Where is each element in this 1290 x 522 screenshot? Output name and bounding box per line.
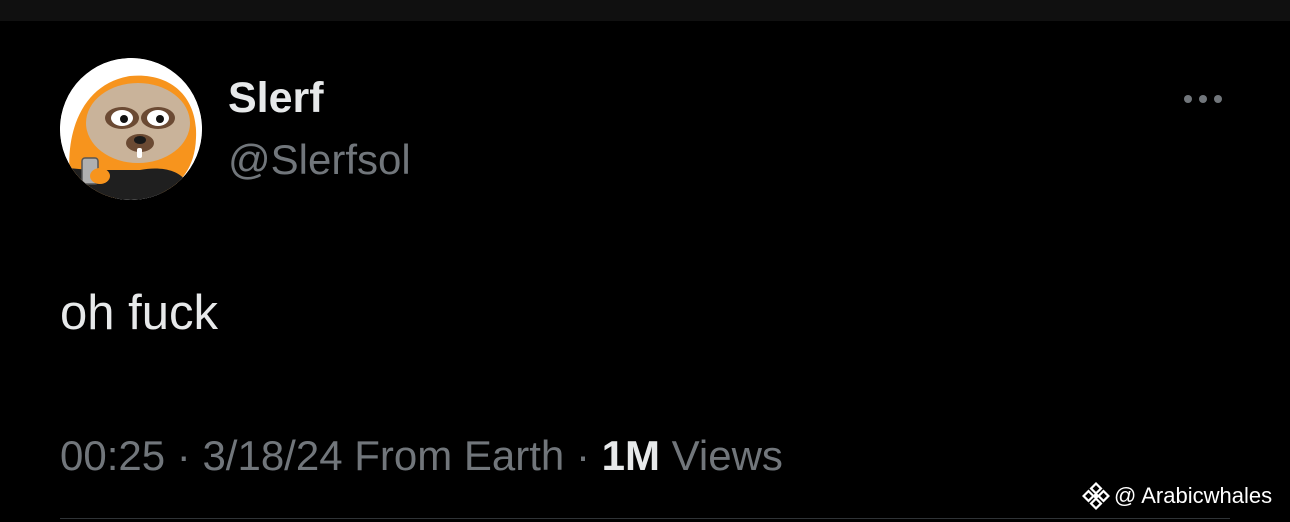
meta-separator: · xyxy=(564,432,602,479)
binance-diamond-icon xyxy=(1082,482,1110,510)
meta-separator: · xyxy=(165,432,203,479)
tweet-meta: 00:25 · 3/18/24 From Earth · 1M Views xyxy=(60,430,783,482)
sloth-avatar-image xyxy=(60,58,202,200)
tweet-time[interactable]: 00:25 xyxy=(60,432,165,479)
tweet-date[interactable]: 3/18/24 xyxy=(202,432,342,479)
top-bar xyxy=(0,0,1290,21)
views-label: Views xyxy=(671,432,783,479)
user-handle[interactable]: @Slerfsol xyxy=(228,134,411,186)
more-options-button[interactable] xyxy=(1176,82,1230,116)
avatar[interactable] xyxy=(60,58,202,200)
display-name[interactable]: Slerf xyxy=(228,72,324,124)
watermark-text: @ Arabicwhales xyxy=(1114,483,1273,508)
tweet-screenshot: Slerf @Slerfsol oh fuck 00:25 · 3/18/24 … xyxy=(0,0,1290,522)
divider xyxy=(60,518,1230,519)
views-count[interactable]: 1M xyxy=(602,432,660,479)
watermark: @ Arabicwhales xyxy=(1082,482,1272,510)
tweet-location: From Earth xyxy=(354,432,565,479)
tweet-text: oh fuck xyxy=(60,286,218,340)
more-horizontal-icon xyxy=(1184,95,1222,103)
